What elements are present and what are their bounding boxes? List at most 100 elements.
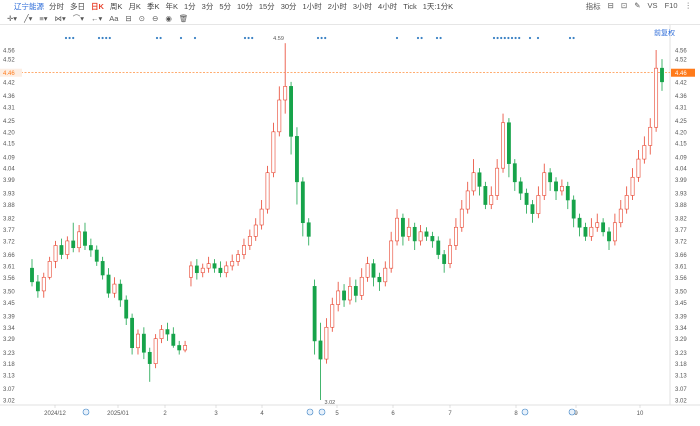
interval-tab-14[interactable]: 2小时 <box>328 2 347 11</box>
interval-tab-12[interactable]: 30分 <box>281 2 297 11</box>
toolbar-right-item-3[interactable]: ✎ <box>634 1 640 12</box>
stock-name[interactable]: 辽宁能源 <box>14 1 44 12</box>
lock-icon[interactable]: ⊖ <box>152 14 158 23</box>
interval-tabs: 分时 多日 日K 周K 月K 季K 年K 1分 3分 5分 10分 15分 30分 1小时 2小时 3小时 4小… <box>49 1 459 12</box>
candle-body <box>571 199 576 219</box>
toolbar-right-item-2[interactable]: ⊡ <box>621 1 627 12</box>
eye-icon[interactable]: ◉ <box>165 14 172 23</box>
right-price-tick: 4.36 <box>675 94 687 100</box>
interval-tab-3[interactable]: 周K <box>110 2 123 11</box>
candle-body <box>377 276 382 283</box>
candle-body <box>30 267 34 283</box>
interval-tab-13[interactable]: 1小时 <box>303 2 322 11</box>
candle-body <box>165 329 170 335</box>
candle-body <box>295 136 299 183</box>
left-price-tick: 4.09 <box>3 155 15 161</box>
interval-tab-2[interactable]: 日K <box>91 2 104 11</box>
right-price-tick: 4.56 <box>675 49 687 55</box>
interval-tab-18[interactable]: 1天:1分K <box>423 2 453 11</box>
event-dot <box>101 36 104 40</box>
high-label: 4.59 <box>273 36 284 42</box>
interval-tab-8[interactable]: 3分 <box>202 2 214 11</box>
interval-tab-16[interactable]: 4小时 <box>378 2 397 11</box>
event-dot <box>500 36 503 40</box>
candle-body <box>41 276 46 292</box>
interval-tab-11[interactable]: 15分 <box>259 2 275 11</box>
event-dot <box>507 36 510 40</box>
candle-body <box>59 245 64 255</box>
candlestick-chart[interactable]: 4.56 4.56 4.52 4.52 4.46 4.46 4.42 4.42 4.36 4.36… <box>0 25 700 426</box>
event-dot <box>395 36 399 40</box>
toolbar-right-item-0[interactable]: 指标 <box>586 1 601 12</box>
candle-body <box>177 345 182 351</box>
candle-body <box>71 240 76 249</box>
event-dot <box>179 36 183 40</box>
candle-body <box>524 192 529 205</box>
magnet-icon[interactable]: ⊙ <box>139 14 145 23</box>
candle-body <box>359 276 364 296</box>
interval-tab-15[interactable]: 3小时 <box>353 2 372 11</box>
candle-body <box>200 267 205 274</box>
candle-body <box>100 261 105 276</box>
candle-body <box>289 86 293 137</box>
x-axis-label: 7 <box>448 411 452 417</box>
candle-body <box>654 67 659 128</box>
pattern-icon[interactable]: ⌒▾ <box>73 13 84 24</box>
candle-body <box>601 222 606 233</box>
candle-body <box>124 299 129 319</box>
candle-body <box>454 226 458 246</box>
interval-tab-4[interactable]: 月K <box>128 2 141 11</box>
right-price-tick: 3.88 <box>675 203 687 209</box>
candle-body <box>348 286 352 301</box>
left-price-tick: 3.29 <box>3 337 15 343</box>
candle-body <box>418 231 423 242</box>
channel-icon[interactable]: ⋈▾ <box>55 14 66 23</box>
interval-tab-6[interactable]: 年K <box>165 2 178 11</box>
left-price-tick: 3.93 <box>3 192 15 198</box>
interval-tab-5[interactable]: 季K <box>147 2 160 11</box>
candle-body <box>171 333 176 346</box>
interval-tab-0[interactable]: 分时 <box>49 2 64 11</box>
event-dot <box>72 36 75 40</box>
adjust-mode-label[interactable]: 前复权 <box>654 28 675 38</box>
candle-body <box>147 351 152 364</box>
toolbar-right-item-4[interactable]: VS <box>648 1 658 12</box>
text-tool[interactable]: Aa <box>109 14 118 23</box>
left-price-tick: 4.04 <box>3 167 15 173</box>
candle-body <box>106 274 111 294</box>
interval-tab-1[interactable]: 多日 <box>70 2 85 11</box>
event-dot <box>416 36 420 40</box>
interval-tab-17[interactable]: Tick <box>403 2 416 11</box>
right-price-tick: 4.15 <box>675 142 687 148</box>
candle-body <box>536 195 541 214</box>
left-price-tick: 4.31 <box>3 105 15 111</box>
candle-body <box>583 226 588 237</box>
candle-body <box>471 172 476 192</box>
interval-tab-9[interactable]: 5分 <box>219 2 231 11</box>
interval-tab-7[interactable]: 1分 <box>184 2 196 11</box>
fib-icon[interactable]: ≡▾ <box>39 14 47 23</box>
event-dot <box>105 36 108 40</box>
low-label: 3.02 <box>325 400 336 406</box>
candle-body <box>371 263 376 278</box>
arrow-icon[interactable]: ←▾ <box>91 14 102 23</box>
candle-body <box>554 181 558 192</box>
left-price-tick: 3.02 <box>3 399 15 405</box>
right-price-tick: 3.34 <box>675 326 687 332</box>
crosshair-icon[interactable]: ✛▾ <box>7 14 17 23</box>
toolbar-right-item-6[interactable]: ⋮ <box>685 1 693 12</box>
left-price-tick: 3.66 <box>3 253 15 259</box>
right-price-tick: 3.18 <box>675 362 687 368</box>
toolbar-right-item-5[interactable]: F10 <box>665 1 678 12</box>
candle-body <box>559 186 564 192</box>
candle-body <box>607 231 611 242</box>
ruler-icon[interactable]: ⊟ <box>125 14 131 23</box>
left-price-tick: 3.82 <box>3 217 15 223</box>
trend-line-icon[interactable]: ╱▾ <box>24 14 32 23</box>
toolbar-right-item-1[interactable]: ⊟ <box>608 1 614 12</box>
candle-body <box>448 245 452 264</box>
event-dot <box>251 36 254 40</box>
interval-tab-10[interactable]: 10分 <box>237 2 253 11</box>
candle-body <box>395 217 399 242</box>
trash-icon[interactable]: 🗑 <box>179 14 189 23</box>
